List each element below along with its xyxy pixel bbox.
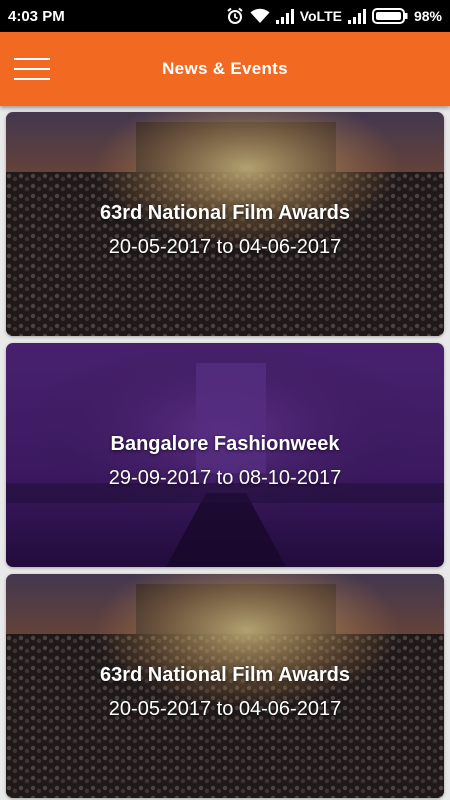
status-bar: 4:03 PM VoLTE 98% [0,0,450,32]
event-title: 63rd National Film Awards [99,664,351,686]
signal-icon-2 [347,8,366,24]
event-card[interactable]: 63rd National Film Awards 20-05-2017 to … [6,574,444,798]
event-dates: 29-09-2017 to 08-10-2017 [108,467,342,489]
battery-icon [371,8,408,24]
app-bar: News & Events [0,32,450,106]
event-card[interactable]: 63rd National Film Awards 20-05-2017 to … [6,112,444,336]
status-icons: VoLTE 98% [226,7,442,25]
event-dates: 20-05-2017 to 04-06-2017 [108,236,342,258]
battery-label: 98% [413,8,442,24]
page-title: News & Events [162,59,288,78]
network-label: VoLTE [299,8,342,24]
event-title: Bangalore Fashionweek [110,433,340,455]
event-title: 63rd National Film Awards [99,202,351,224]
wifi-icon [250,8,270,24]
status-time: 4:03 PM [8,8,65,25]
signal-icon [275,8,294,24]
alarm-icon [226,7,244,25]
event-card[interactable]: Bangalore Fashionweek 29-09-2017 to 08-1… [6,343,444,567]
event-dates: 20-05-2017 to 04-06-2017 [108,698,342,720]
hamburger-menu-icon[interactable] [14,54,50,84]
